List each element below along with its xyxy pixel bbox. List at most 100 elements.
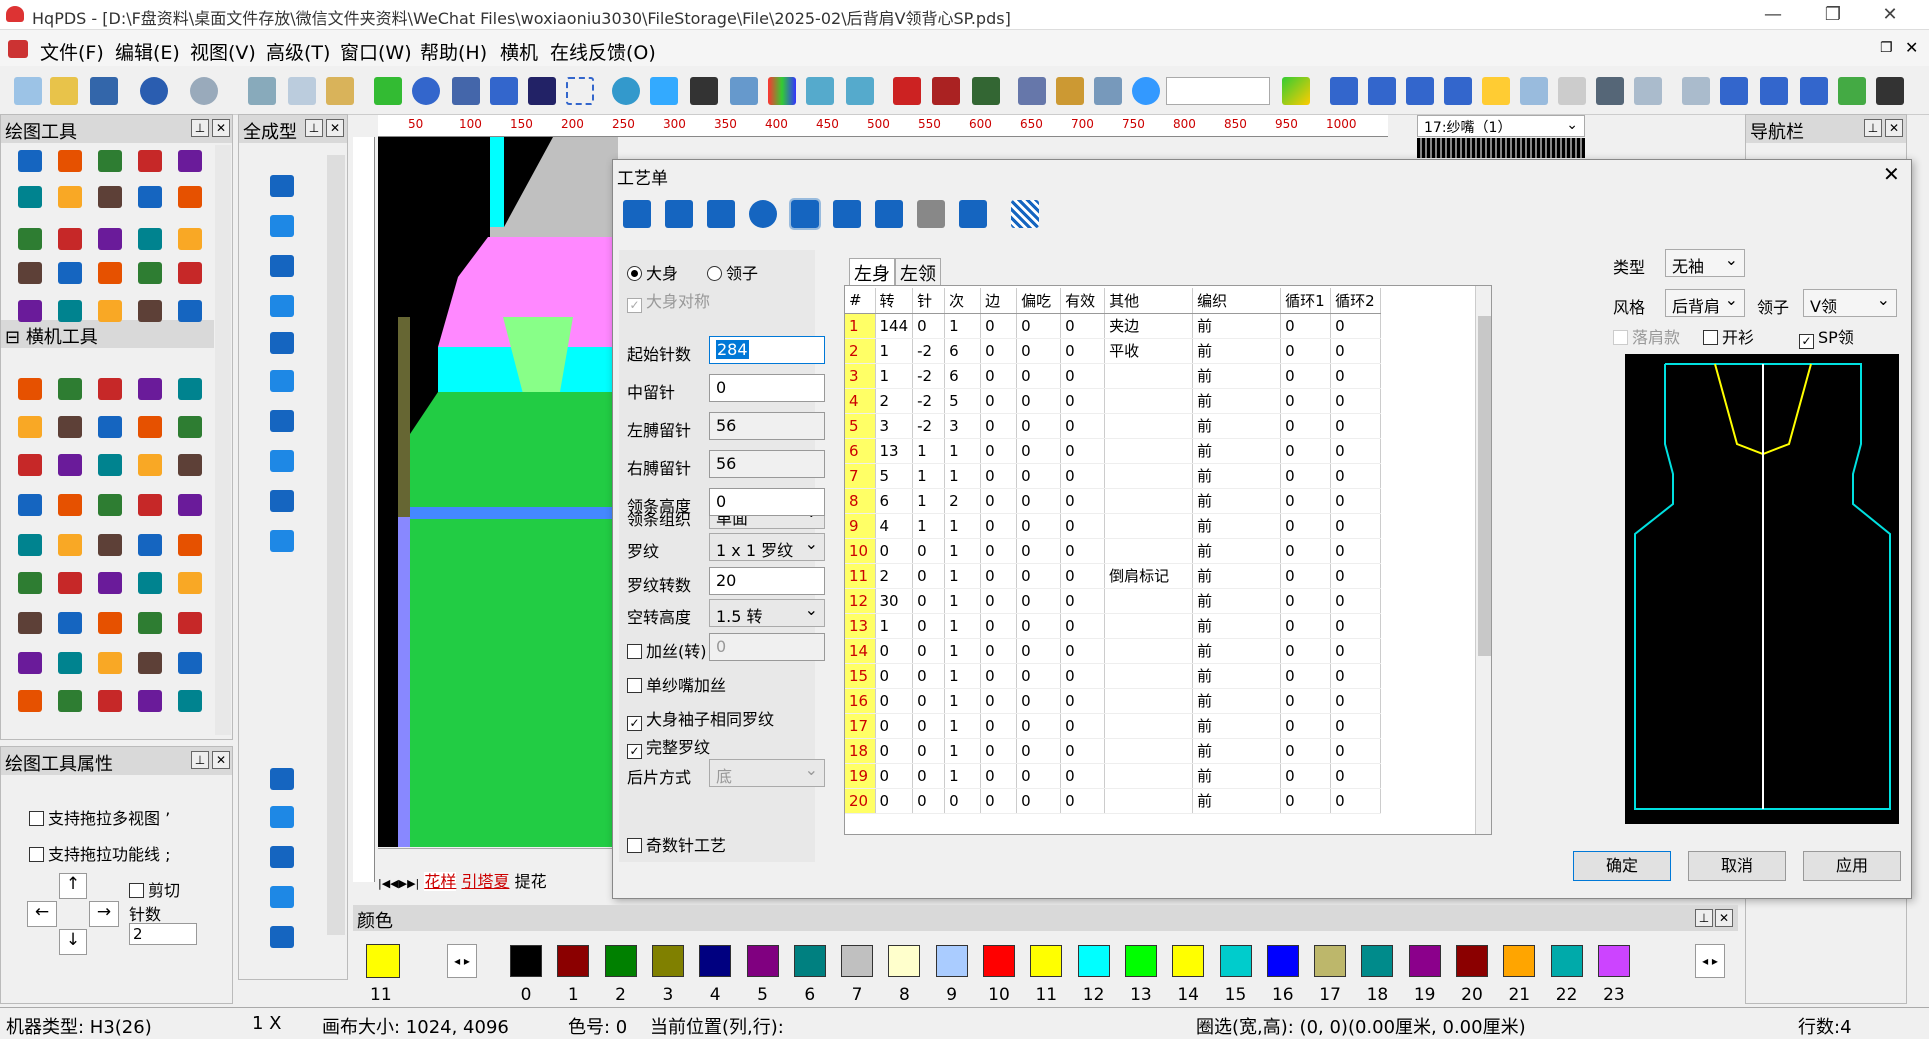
table-cell[interactable] xyxy=(1104,438,1194,464)
table-row[interactable]: 3 1 -2 6 0 0 0 前 0 0 xyxy=(845,363,1382,389)
table-row[interactable]: 11 2 0 1 0 0 0 倒肩标记前 0 0 xyxy=(845,563,1382,589)
draw-tool-icon[interactable] xyxy=(178,378,202,400)
color-swatch[interactable] xyxy=(1077,945,1110,977)
tab-jacquard[interactable]: 提花 xyxy=(515,872,547,891)
draw-tool-icon[interactable] xyxy=(138,416,162,438)
table-cell[interactable]: 5 xyxy=(875,463,914,489)
table-cell[interactable]: 4 xyxy=(845,388,876,414)
draw-tool-icon[interactable] xyxy=(18,416,42,438)
draw-tool-icon[interactable] xyxy=(98,690,122,712)
table-cell[interactable]: 0 xyxy=(1280,763,1332,789)
table-cell[interactable]: 3 xyxy=(944,413,982,439)
color-swatch[interactable] xyxy=(1124,945,1157,977)
table-cell[interactable]: 0 xyxy=(980,738,1018,764)
table-cell[interactable]: -2 xyxy=(912,338,946,364)
table-cell[interactable]: 0 xyxy=(1330,713,1382,739)
table-cell[interactable]: 0 xyxy=(1280,563,1332,589)
table-cell[interactable]: 前 xyxy=(1192,463,1282,489)
table-cell[interactable]: 0 xyxy=(1280,663,1332,689)
shape-tool-icon[interactable] xyxy=(270,450,294,472)
table-cell[interactable]: 1 xyxy=(845,313,876,339)
table-cell[interactable]: 0 xyxy=(1060,663,1106,689)
table-cell[interactable]: 10 xyxy=(845,538,876,564)
table-cell[interactable]: 前 xyxy=(1192,663,1282,689)
body-icon[interactable] xyxy=(789,198,821,230)
table-row[interactable]: 12 30 0 1 0 0 0 前 0 0 xyxy=(845,588,1382,614)
color-swatch[interactable] xyxy=(1408,945,1441,977)
table-cell[interactable]: 9 xyxy=(845,513,876,539)
table-cell[interactable]: 0 xyxy=(1016,688,1062,714)
table-cell[interactable]: 0 xyxy=(980,688,1018,714)
color-swatch[interactable] xyxy=(1503,945,1536,977)
table-row[interactable]: 7511000前00 xyxy=(845,463,1382,489)
draw-tool-icon[interactable] xyxy=(178,454,202,476)
dialog-close-icon[interactable]: ✕ xyxy=(1883,162,1900,186)
table-cell[interactable]: 0 xyxy=(1330,338,1382,364)
drop-shoulder-option[interactable]: 落肩款 xyxy=(1613,324,1680,348)
draw-tool-icon[interactable] xyxy=(18,612,42,634)
cut-icon[interactable] xyxy=(248,77,276,105)
draw-tool-icon[interactable] xyxy=(138,652,162,674)
pin-icon[interactable]: ⊥ xyxy=(305,119,323,137)
add-yarn-input[interactable]: 0 xyxy=(709,633,825,661)
field-input[interactable]: 284 xyxy=(709,336,825,364)
table-cell[interactable]: 6 xyxy=(845,438,876,464)
table-cell[interactable]: 0 xyxy=(1060,438,1106,464)
table-cell[interactable]: 0 xyxy=(980,488,1018,514)
shape-tool-icon[interactable] xyxy=(270,215,294,237)
shoe-icon[interactable] xyxy=(959,200,987,228)
table-row[interactable]: 20 0 0 0 0 0 0 前 0 0 xyxy=(845,788,1382,814)
cog2-icon[interactable] xyxy=(1444,77,1472,105)
save-icon[interactable] xyxy=(90,77,118,105)
brush-icon[interactable] xyxy=(650,77,678,105)
table-row[interactable]: 14 0 0 1 0 0 0 前 0 0 xyxy=(845,638,1382,664)
layer1-icon[interactable] xyxy=(893,77,921,105)
table-cell[interactable]: 前 xyxy=(1192,738,1282,764)
draw-tool-icon[interactable] xyxy=(18,534,42,556)
table-cell[interactable]: 1 xyxy=(944,438,982,464)
shape-tool-icon[interactable] xyxy=(270,295,294,317)
draw-tool-icon[interactable] xyxy=(58,652,82,674)
table-cell[interactable]: 0 xyxy=(875,788,914,814)
spool-icon[interactable] xyxy=(1682,77,1710,105)
draw-tool-icon[interactable] xyxy=(18,454,42,476)
shape-tool-icon[interactable] xyxy=(270,490,294,512)
shape-tool-icon[interactable] xyxy=(270,255,294,277)
table-cell[interactable]: 0 xyxy=(1060,638,1106,664)
table-cell[interactable]: 0 xyxy=(1330,388,1382,414)
table-cell[interactable]: 0 xyxy=(875,738,914,764)
window-icon[interactable] xyxy=(730,77,758,105)
close-button[interactable]: ✕ xyxy=(1870,2,1910,28)
settings-icon[interactable] xyxy=(1406,77,1434,105)
table-cell[interactable] xyxy=(1104,588,1194,614)
fold-icon[interactable] xyxy=(1482,77,1510,105)
table-cell[interactable]: 16 xyxy=(845,688,876,714)
symmetric-option[interactable]: ✓ 大身对称 xyxy=(627,288,710,313)
close-icon[interactable]: ✕ xyxy=(212,119,230,137)
table-cell[interactable]: 0 xyxy=(912,663,946,689)
table-cell[interactable]: 前 xyxy=(1192,413,1282,439)
table-cell[interactable]: 0 xyxy=(1016,738,1062,764)
column-header[interactable]: 次 xyxy=(944,288,982,314)
table-cell[interactable]: 1 xyxy=(875,613,914,639)
table-cell[interactable]: 前 xyxy=(1192,488,1282,514)
column-header[interactable]: 循环2 xyxy=(1330,288,1382,314)
draw-tool-icon[interactable] xyxy=(98,228,122,250)
draw-tool-icon[interactable] xyxy=(178,416,202,438)
table-cell[interactable]: 0 xyxy=(1016,513,1062,539)
table-cell[interactable]: 0 xyxy=(980,713,1018,739)
table-cell[interactable] xyxy=(1104,613,1194,639)
table-cell[interactable]: 13 xyxy=(875,438,914,464)
check-icon[interactable] xyxy=(1800,77,1828,105)
func-line-option[interactable]: 支持拖拉功能线 ; xyxy=(29,841,171,865)
table-cell[interactable] xyxy=(1104,488,1194,514)
table-cell[interactable]: 0 xyxy=(1016,663,1062,689)
shirt2-icon[interactable] xyxy=(1558,77,1586,105)
zoom-combo[interactable] xyxy=(1166,77,1270,105)
menu-window[interactable]: 窗口(W) xyxy=(340,38,412,65)
table-cell[interactable]: 0 xyxy=(1280,363,1332,389)
table-cell[interactable]: 0 xyxy=(912,313,946,339)
draw-tool-icon[interactable] xyxy=(138,228,162,250)
color-swatch[interactable] xyxy=(983,945,1015,977)
draw-tool-icon[interactable] xyxy=(138,494,162,516)
